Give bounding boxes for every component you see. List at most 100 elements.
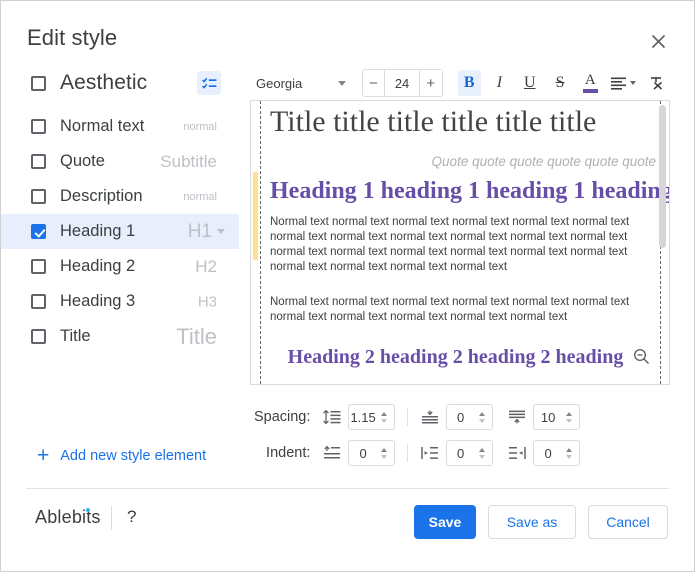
preview-scrollbar[interactable] (659, 105, 666, 382)
save-as-button[interactable]: Save as (488, 505, 576, 539)
cancel-button[interactable]: Cancel (588, 505, 668, 539)
chevron-down-icon[interactable] (217, 228, 225, 234)
styleset-checkbox[interactable] (31, 75, 46, 91)
decrease-font-size-button[interactable]: − (362, 70, 386, 96)
style-item-label: Heading 1 (60, 222, 136, 240)
spin-up-icon[interactable] (478, 447, 485, 452)
preview-content: Title title title title title title Quot… (253, 101, 669, 369)
style-item-description[interactable]: Description normal (1, 179, 239, 214)
brand-dot-icon (85, 508, 90, 512)
zoom-out-icon[interactable] (627, 342, 655, 370)
spin-down-icon[interactable] (381, 454, 388, 459)
space-before-spinbox[interactable]: 0 (445, 404, 493, 430)
style-item-quote[interactable]: Quote Subtitle (1, 144, 239, 179)
chevron-down-icon (337, 80, 346, 86)
italic-icon: I (496, 74, 503, 91)
style-item-label: Heading 2 (60, 257, 136, 275)
text-color-icon: A (582, 73, 598, 93)
style-sidebar: Aesthetic Normal text normal Quote Subti… (1, 63, 239, 473)
underline-button[interactable]: U (518, 70, 541, 96)
styleset-name: Aesthetic (60, 71, 148, 94)
style-item-heading-2[interactable]: Heading 2 H2 (1, 249, 239, 284)
preview-title-text: Title title title title title title (270, 105, 597, 138)
style-item-heading-1[interactable]: Heading 1 H1 (1, 214, 239, 249)
style-item-label: Heading 3 (60, 292, 136, 310)
style-sample: normal (183, 191, 217, 203)
spin-down-icon[interactable] (566, 418, 573, 423)
style-checkbox[interactable] (31, 154, 46, 169)
style-checkbox[interactable] (31, 259, 46, 274)
spin-up-icon[interactable] (566, 411, 573, 416)
increase-font-size-button[interactable]: + (419, 70, 442, 96)
spin-up-icon[interactable] (478, 411, 485, 416)
styleset-row[interactable]: Aesthetic (1, 63, 239, 103)
space-after-spinbox[interactable]: 10 (533, 404, 581, 430)
bold-button[interactable]: B (457, 70, 481, 96)
indent-right-arrows (562, 447, 579, 459)
clear-formatting-button[interactable] (645, 70, 668, 96)
add-new-style-element-button[interactable]: + Add new style element (37, 445, 206, 466)
style-item-label: Normal text (60, 117, 145, 135)
italic-button[interactable]: I (488, 70, 511, 96)
clear-formatting-icon (651, 76, 663, 90)
save-button[interactable]: Save (414, 505, 476, 539)
first-line-indent-value[interactable]: 0 (349, 446, 377, 461)
font-size-input[interactable]: 24 (385, 70, 419, 96)
style-sample: H3 (198, 293, 217, 310)
style-item-title[interactable]: Title Title (1, 319, 239, 354)
style-checkbox[interactable] (31, 224, 46, 239)
text-color-button[interactable]: A (579, 70, 602, 96)
style-checkbox[interactable] (31, 329, 46, 344)
line-spacing-spinbox[interactable]: 1.15 (348, 404, 396, 430)
indent-right-value[interactable]: 0 (534, 446, 562, 461)
first-line-indent-arrows (377, 447, 394, 459)
font-family-select[interactable]: Georgia (256, 70, 350, 96)
space-before-value[interactable]: 0 (447, 410, 475, 425)
space-before-icon (418, 410, 442, 424)
preview-normal-text-2: Normal text normal text normal text norm… (270, 296, 630, 324)
style-sample-text: Subtitle (160, 151, 217, 171)
spin-down-icon[interactable] (478, 418, 485, 423)
brand-logo: Ablebits (35, 507, 101, 528)
checklist-icon[interactable] (197, 71, 221, 95)
indent-left-spinbox[interactable]: 0 (445, 440, 493, 466)
strikethrough-button[interactable]: S (548, 70, 571, 96)
indent-label: Indent: (266, 445, 311, 461)
spin-up-icon[interactable] (566, 447, 573, 452)
style-item-label: Description (60, 187, 143, 205)
first-line-indent-spinbox[interactable]: 0 (348, 440, 396, 466)
page-title: Edit style (27, 25, 118, 50)
style-sample: H1 (188, 221, 225, 243)
space-after-icon (505, 410, 529, 424)
spin-down-icon[interactable] (478, 454, 485, 459)
style-item-label: Quote (60, 152, 105, 170)
preview-quote-text: Quote quote quote quote quote quote (431, 153, 656, 169)
help-button[interactable]: ? (127, 507, 136, 527)
add-new-style-element-label: Add new style element (60, 447, 207, 464)
style-checkbox[interactable] (31, 189, 46, 204)
indent-row: Indent: 0 0 0 (250, 435, 581, 471)
spin-down-icon[interactable] (566, 454, 573, 459)
indent-left-value[interactable]: 0 (447, 446, 475, 461)
style-sample-text: normal (183, 190, 217, 203)
chevron-down-icon (629, 81, 636, 85)
spin-up-icon[interactable] (381, 411, 388, 416)
style-checkbox[interactable] (31, 119, 46, 134)
style-item-normal-text[interactable]: Normal text normal (1, 109, 239, 144)
preview-scrollbar-thumb[interactable] (659, 105, 666, 248)
align-button[interactable] (609, 70, 638, 96)
style-preview[interactable]: Title title title title title title Quot… (250, 100, 670, 385)
spacing-row: Spacing: 1.15 0 10 (250, 399, 581, 435)
line-spacing-value[interactable]: 1.15 (349, 410, 377, 425)
align-left-icon (610, 77, 626, 90)
close-icon[interactable] (646, 29, 670, 53)
footer-separator (111, 506, 112, 530)
style-item-heading-3[interactable]: Heading 3 H3 (1, 284, 239, 319)
spin-up-icon[interactable] (381, 447, 388, 452)
indent-right-spinbox[interactable]: 0 (533, 440, 581, 466)
plus-icon: + (37, 444, 50, 467)
divider (407, 408, 408, 426)
spin-down-icon[interactable] (381, 418, 388, 423)
style-checkbox[interactable] (31, 294, 46, 309)
space-after-value[interactable]: 10 (534, 410, 562, 425)
